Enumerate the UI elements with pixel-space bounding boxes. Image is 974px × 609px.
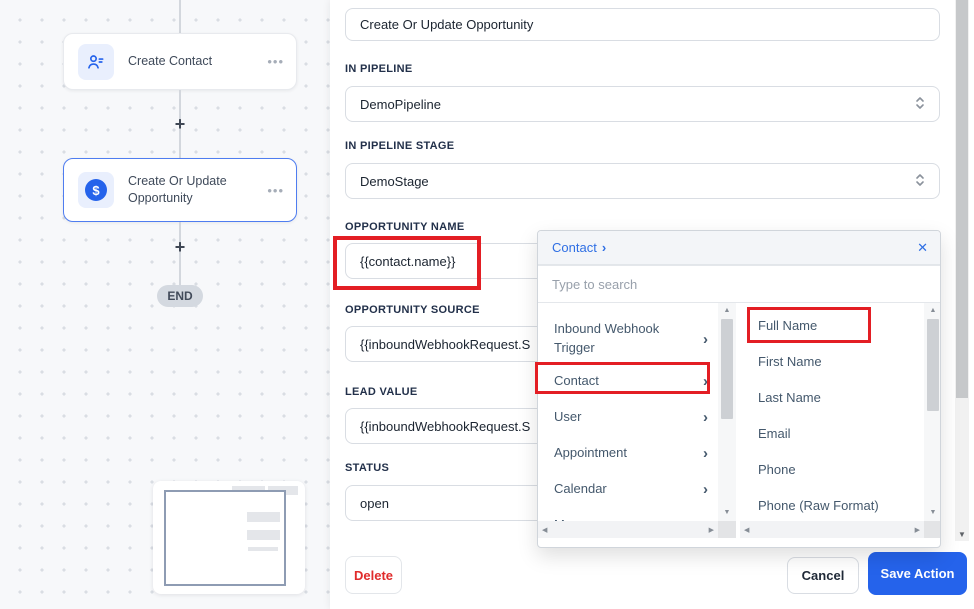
cancel-button[interactable]: Cancel bbox=[787, 557, 859, 594]
field-label-opportunity-name: OPPORTUNITY NAME bbox=[345, 221, 465, 233]
field-item-phone-raw-format[interactable]: Phone (Raw Format) bbox=[740, 488, 924, 521]
field-vertical-scrollbar[interactable]: ▲ ▼ bbox=[924, 303, 941, 521]
search-input[interactable] bbox=[538, 265, 941, 303]
scroll-left-icon[interactable]: ◀ bbox=[542, 526, 547, 534]
field-label-status: STATUS bbox=[345, 462, 389, 474]
category-item-user[interactable]: User › bbox=[538, 399, 718, 435]
select-chevrons-icon bbox=[915, 95, 925, 114]
dropdown-header: Contact › ✕ bbox=[538, 231, 940, 265]
scroll-right-icon[interactable]: ▶ bbox=[709, 526, 714, 534]
category-item-calendar[interactable]: Calendar › bbox=[538, 471, 718, 507]
workflow-canvas: Create Contact ••• + $ Create Or Update … bbox=[0, 0, 330, 609]
field-label-opportunity-source: OPPORTUNITY SOURCE bbox=[345, 304, 480, 316]
scroll-down-icon[interactable]: ▼ bbox=[955, 530, 969, 539]
add-step-icon[interactable]: + bbox=[171, 238, 189, 256]
custom-values-dropdown: Contact › ✕ Inbound Webhook Trigger › Con… bbox=[537, 230, 941, 548]
category-item-message[interactable]: Message › bbox=[538, 507, 718, 521]
scroll-right-icon[interactable]: ▶ bbox=[915, 526, 920, 534]
close-icon[interactable]: ✕ bbox=[917, 240, 928, 256]
select-chevrons-icon bbox=[915, 172, 925, 191]
field-label-in-pipeline-stage: IN PIPELINE STAGE bbox=[345, 140, 454, 152]
field-item-phone[interactable]: Phone bbox=[740, 452, 924, 488]
more-options-icon[interactable]: ••• bbox=[267, 183, 284, 198]
field-item-email[interactable]: Email bbox=[740, 416, 924, 452]
contact-icon bbox=[78, 44, 114, 80]
category-list: Inbound Webhook Trigger › Contact › User… bbox=[538, 303, 718, 521]
panel-scrollbar[interactable]: ▼ bbox=[955, 0, 969, 541]
scrollbar-thumb[interactable] bbox=[956, 0, 968, 398]
scrollbar-corner bbox=[924, 521, 941, 538]
save-action-button[interactable]: Save Action bbox=[868, 552, 967, 595]
field-label-in-pipeline: IN PIPELINE bbox=[345, 63, 412, 75]
category-item-inbound-webhook-trigger[interactable]: Inbound Webhook Trigger › bbox=[538, 315, 718, 363]
category-item-appointment[interactable]: Appointment › bbox=[538, 435, 718, 471]
scroll-left-icon[interactable]: ◀ bbox=[744, 526, 749, 534]
chevron-right-icon: › bbox=[703, 331, 708, 348]
action-name-input[interactable] bbox=[345, 8, 940, 41]
minimap-bar bbox=[247, 530, 280, 540]
workflow-node-create-or-update-opportunity[interactable]: $ Create Or Update Opportunity ••• bbox=[63, 158, 297, 222]
field-label-lead-value: LEAD VALUE bbox=[345, 386, 417, 398]
add-step-icon[interactable]: + bbox=[171, 115, 189, 133]
chevron-right-icon: › bbox=[703, 481, 708, 498]
pipeline-select[interactable]: DemoPipeline bbox=[345, 86, 940, 122]
node-title: Create Contact bbox=[128, 53, 267, 70]
pipeline-stage-select[interactable]: DemoStage bbox=[345, 163, 940, 199]
scroll-up-icon[interactable]: ▲ bbox=[924, 304, 941, 318]
pipeline-select-value: DemoPipeline bbox=[360, 97, 915, 112]
chevron-right-icon: › bbox=[602, 240, 606, 255]
dollar-icon: $ bbox=[78, 172, 114, 208]
dropdown-category-column: Inbound Webhook Trigger › Contact › User… bbox=[538, 303, 736, 538]
minimap[interactable] bbox=[153, 481, 305, 594]
breadcrumb-label: Contact bbox=[552, 240, 597, 255]
scrollbar-corner bbox=[718, 521, 736, 538]
field-list: Full Name First Name Last Name Email Pho… bbox=[740, 303, 924, 521]
end-badge: END bbox=[157, 285, 203, 307]
category-vertical-scrollbar[interactable]: ▲ ▼ bbox=[718, 303, 736, 521]
dropdown-field-column: Full Name First Name Last Name Email Pho… bbox=[740, 303, 941, 538]
app-root: Create Contact ••• + $ Create Or Update … bbox=[0, 0, 974, 609]
connector-line bbox=[179, 0, 181, 33]
scroll-down-icon[interactable]: ▼ bbox=[718, 506, 736, 520]
delete-button[interactable]: Delete bbox=[345, 556, 402, 594]
minimap-bar bbox=[248, 547, 278, 551]
node-title: Create Or Update Opportunity bbox=[128, 173, 267, 207]
more-options-icon[interactable]: ••• bbox=[267, 54, 284, 69]
field-item-first-name[interactable]: First Name bbox=[740, 344, 924, 380]
minimap-bar bbox=[247, 512, 280, 522]
scroll-down-icon[interactable]: ▼ bbox=[924, 506, 941, 520]
workflow-node-create-contact[interactable]: Create Contact ••• bbox=[63, 33, 297, 90]
pipeline-stage-select-value: DemoStage bbox=[360, 174, 915, 189]
category-horizontal-scrollbar[interactable]: ◀ ▶ bbox=[538, 521, 718, 538]
field-horizontal-scrollbar[interactable]: ◀ ▶ bbox=[740, 521, 924, 538]
field-item-last-name[interactable]: Last Name bbox=[740, 380, 924, 416]
chevron-right-icon: › bbox=[703, 409, 708, 426]
chevron-right-icon: › bbox=[703, 373, 708, 390]
breadcrumb[interactable]: Contact › bbox=[552, 240, 606, 255]
category-item-contact[interactable]: Contact › bbox=[538, 363, 718, 399]
scrollbar-thumb[interactable] bbox=[721, 319, 733, 419]
scrollbar-thumb[interactable] bbox=[927, 319, 939, 411]
chevron-right-icon: › bbox=[703, 445, 708, 462]
scroll-up-icon[interactable]: ▲ bbox=[718, 304, 736, 318]
field-item-full-name[interactable]: Full Name bbox=[740, 308, 924, 344]
action-settings-panel: IN PIPELINE DemoPipeline IN PIPELINE STA… bbox=[330, 0, 974, 609]
